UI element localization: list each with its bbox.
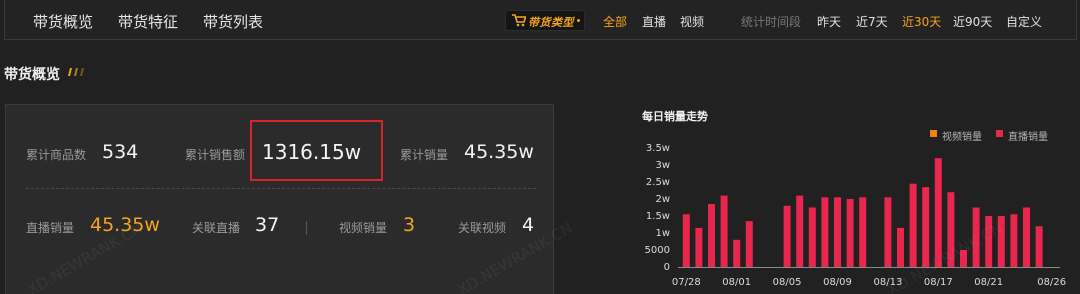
- x-tick-label: 08/26: [1037, 277, 1066, 288]
- bar: [783, 205, 791, 267]
- metrics-panel: 累计商品数 534 累计销售额 1316.15w 累计销量 45.35w 直播销…: [5, 104, 554, 294]
- metric-label-sales-amount: 累计销售额: [185, 148, 246, 162]
- bar: [897, 227, 904, 267]
- period-yesterday[interactable]: 昨天: [817, 13, 841, 30]
- bar: [796, 195, 804, 267]
- y-tick-label: 1.5w: [646, 211, 670, 222]
- bar: [720, 195, 728, 267]
- bar: [733, 239, 741, 267]
- y-tick-label: 2w: [655, 194, 670, 205]
- bar: [997, 216, 1005, 267]
- bar: [846, 199, 854, 267]
- y-tick-label: 3w: [655, 160, 670, 171]
- bar: [947, 192, 955, 267]
- title-accent-icon: [68, 68, 84, 76]
- bar: [859, 197, 867, 267]
- daily-sales-chart: 3.5w 3w 2.5w 2w 1.5w 1w 5000 007/28 08/01 08/05 08…: [645, 143, 1067, 288]
- row-divider: [26, 188, 536, 189]
- chart-title: 每日销量走势: [642, 110, 708, 123]
- bar: [972, 207, 980, 267]
- tab-sales-features[interactable]: 带货特征: [118, 11, 178, 32]
- metric-value-related-videos: 4: [522, 214, 535, 236]
- x-tick-label: 08/17: [924, 277, 953, 288]
- metric-label-live-sales: 直播销量: [26, 221, 75, 235]
- bar: [884, 197, 892, 267]
- highlight-box: [250, 120, 383, 181]
- period-label: 统计时间段: [741, 15, 802, 29]
- legend-swatch-video: [930, 130, 937, 137]
- bar: [985, 216, 993, 267]
- metric-label-sales-volume: 累计销量: [400, 148, 449, 162]
- top-nav-bar: 带货概览 带货特征 带货列表 带货类型 全部 直播 视频 统计时间段 昨天 近7…: [4, 0, 1077, 40]
- period-90-days[interactable]: 近90天: [953, 13, 992, 30]
- metric-label-related-videos: 关联视频: [458, 221, 507, 235]
- period-custom[interactable]: 自定义: [1006, 13, 1042, 30]
- section-title: 带货概览: [4, 67, 60, 83]
- bar: [1010, 214, 1018, 267]
- y-tick-label: 1w: [655, 228, 670, 239]
- metric-value-video-sales: 3: [403, 214, 416, 236]
- y-tick-label: 0: [664, 262, 670, 273]
- bar: [922, 187, 930, 267]
- sales-type-label: 带货类型: [528, 16, 574, 29]
- bar: [808, 207, 816, 267]
- metric-value-products: 534: [102, 141, 139, 163]
- metric-label-video-sales: 视频销量: [339, 221, 388, 235]
- filter-all[interactable]: 全部: [603, 13, 627, 30]
- period-7-days[interactable]: 近7天: [856, 13, 888, 30]
- y-tick-label: 3.5w: [646, 143, 670, 154]
- metric-label-products: 累计商品数: [26, 148, 87, 162]
- x-tick-label: 08/13: [873, 277, 902, 288]
- bar: [821, 197, 829, 267]
- bar: [1023, 207, 1030, 267]
- badge-dot-icon: [577, 19, 580, 22]
- bar: [708, 204, 715, 267]
- tab-sales-list[interactable]: 带货列表: [203, 11, 263, 32]
- y-tick-label: 5000: [645, 245, 670, 256]
- metric-value-live-sales: 45.35w: [90, 214, 160, 236]
- bar: [745, 221, 753, 267]
- x-tick-label: 08/21: [974, 277, 1003, 288]
- x-tick-label: 08/01: [722, 277, 751, 288]
- bar: [934, 158, 942, 267]
- bar: [1035, 226, 1043, 267]
- legend-swatch-live: [996, 130, 1003, 137]
- x-tick-label: 08/09: [823, 277, 852, 288]
- filter-live[interactable]: 直播: [642, 13, 666, 30]
- y-tick-label: 2.5w: [646, 177, 670, 188]
- sales-type-badge: 带货类型: [505, 10, 585, 31]
- metric-label-related-lives: 关联直播: [192, 221, 241, 235]
- bar: [960, 250, 967, 267]
- bar: [909, 183, 917, 267]
- period-30-days[interactable]: 近30天: [902, 13, 941, 30]
- x-tick-label: 08/05: [773, 277, 802, 288]
- metric-value-sales-volume: 45.35w: [464, 141, 534, 163]
- bar: [695, 227, 703, 267]
- column-separator: [306, 221, 307, 235]
- bar: [834, 197, 841, 267]
- filter-video[interactable]: 视频: [680, 13, 704, 30]
- shopping-cart-icon: [512, 14, 526, 27]
- metric-value-related-lives: 37: [255, 214, 280, 236]
- bar: [682, 214, 690, 267]
- x-tick-label: 07/28: [672, 277, 701, 288]
- tab-sales-overview[interactable]: 带货概览: [33, 11, 93, 32]
